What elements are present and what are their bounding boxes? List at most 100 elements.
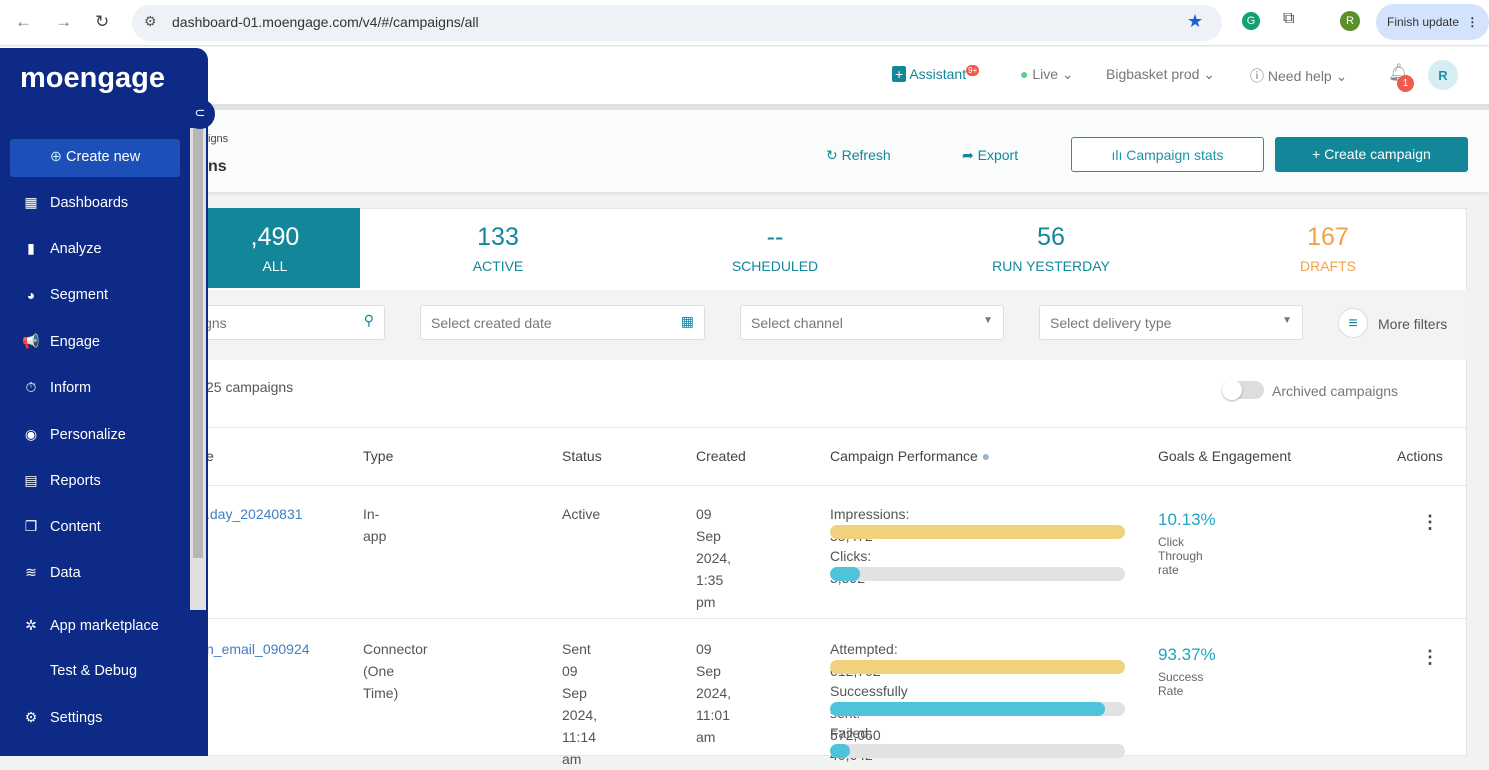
site-info-icon[interactable]: ⚙ [144,13,157,30]
sidebar-item-personalize[interactable]: ◉ Personalize [22,426,126,443]
col-status[interactable]: Status [562,448,602,464]
goal-label: Click Through rate [1158,535,1203,577]
stat-run-yesterday[interactable]: 56 RUN YESTERDAY [970,208,1132,288]
export-button[interactable]: ➦ Export [962,147,1018,164]
analyze-icon: ▮ [27,240,35,256]
workspace-dropdown[interactable]: Bigbasket prod ⌄ [1106,66,1215,83]
create-campaign-button[interactable]: + Create campaign [1275,137,1468,172]
campaign-created: 09 Sep 2024, 1:35 pm [696,506,732,610]
sidebar-item-test-debug[interactable]: Test & Debug [22,663,137,679]
profile-avatar[interactable]: R [1340,11,1360,31]
campaign-status: Active [562,506,601,522]
notification-badge: 1 [1397,75,1414,92]
campaign-type: Connector (One Time) [363,641,428,701]
archived-toggle[interactable] [1222,380,1264,400]
search-icon: ⚲ [363,312,374,328]
segment-icon: ◕ [26,287,36,303]
plus-icon: + [1312,146,1321,162]
channel-select[interactable]: Select channel ▼ [740,305,1004,340]
goal-value: 93.37% [1158,645,1216,664]
metric-progress-bar [830,660,1125,674]
stat-all[interactable]: ,490 ALL [190,208,360,288]
campaign-count: 25 campaigns [206,379,294,395]
sidebar-scrollbar[interactable] [190,128,206,610]
sidebar-item-settings[interactable]: ⚙ Settings [22,709,103,726]
metric-progress-bar [830,702,1125,716]
breadcrumb[interactable]: igns [208,133,228,145]
sidebar-item-data[interactable]: ≋ Data [22,564,81,581]
environment-dropdown[interactable]: ● Live ⌄ [1020,66,1074,83]
sidebar-item-dashboards[interactable]: ▦ Dashboards [22,194,128,211]
engage-icon: 📢 [22,333,40,349]
page-header [0,110,1489,192]
col-type[interactable]: Type [363,448,393,464]
user-avatar[interactable]: R [1428,60,1458,90]
extensions-icon[interactable]: ⧉ [1283,10,1294,28]
search-input[interactable]: igns ⚲ [190,305,385,340]
col-actions: Actions [1397,448,1443,464]
campaign-created: 09 Sep 2024, 11:01 am [696,641,732,745]
stat-drafts[interactable]: 167 DRAFTS [1270,208,1386,288]
marketplace-icon: ✲ [25,617,37,633]
metric-progress-bar [830,567,1125,581]
personalize-icon: ◉ [24,426,38,442]
stat-scheduled[interactable]: -- SCHEDULED [700,208,850,288]
collapse-sidebar-icon[interactable]: ⊂ [185,99,215,129]
created-date-picker[interactable]: Select created date ▦ [420,305,705,340]
filter-icon[interactable]: ≡ [1338,308,1368,338]
bar-chart-icon: ılı [1111,147,1123,163]
metric-progress-bar [830,525,1125,539]
content-icon: ❐ [24,518,38,534]
moengage-logo[interactable]: moengage [20,62,165,95]
more-actions-icon[interactable]: ⋮ [1421,647,1439,668]
sidebar-item-reports[interactable]: ▤ Reports [22,472,100,489]
campaign-type: In-app [363,506,387,544]
chevron-down-icon: ▼ [983,315,993,326]
help-dropdown[interactable]: ⓘ Need help ⌄ [1250,66,1347,86]
sidebar-item-app-marketplace[interactable]: ✲ App marketplace [22,617,159,634]
plus-circle-icon: ⊕ [49,149,62,165]
archived-label: Archived campaigns [1272,383,1399,399]
create-new-button[interactable]: ⊕ Create new [10,139,180,177]
browser-toolbar: ← → ↻ ⚙ dashboard-01.moengage.com/v4/#/ca… [0,0,1489,46]
reports-icon: ▤ [24,472,38,488]
finish-update-button[interactable]: Finish update ⋮ [1376,4,1489,40]
back-icon[interactable]: ← [15,12,32,32]
sidebar-item-content[interactable]: ❐ Content [22,518,101,535]
sidebar-item-segment[interactable]: ◕ Segment [22,287,108,303]
settings-icon: ⚙ [24,709,38,725]
campaign-name-link[interactable]: .day_20240831 [206,503,303,525]
delivery-type-select[interactable]: Select delivery type ▼ [1039,305,1303,340]
sidebar-item-inform[interactable]: ⏱ Inform [22,379,92,396]
assistant-button[interactable]: + Assistant 9+ [892,65,980,82]
goal-value: 10.13% [1158,510,1216,529]
more-actions-icon[interactable]: ⋮ [1421,512,1439,533]
data-icon: ≋ [25,564,37,580]
info-icon[interactable]: ● [982,448,990,464]
grammarly-icon[interactable]: G [1242,12,1260,30]
divider [190,618,1467,619]
reload-icon[interactable]: ↻ [95,12,109,32]
stat-active[interactable]: 133 ACTIVE [420,208,576,288]
sidebar: moengage ⊕ Create new ▦ Dashboards ▮ Analyz… [0,48,208,756]
help-icon: ⓘ [1250,68,1264,84]
campaign-name-link[interactable]: n_email_090924 [206,638,310,660]
assistant-icon: + [892,66,907,82]
address-bar[interactable]: ⚙ dashboard-01.moengage.com/v4/#/campaign… [132,5,1222,41]
col-created[interactable]: Created [696,448,746,464]
refresh-button[interactable]: ↻ Refresh [826,147,891,164]
calendar-icon: ▦ [680,313,694,329]
chevron-down-icon: ▼ [1282,315,1292,326]
forward-icon[interactable]: → [55,12,72,32]
more-filters-button[interactable]: More filters [1378,316,1447,332]
bookmark-star-icon[interactable]: ★ [1187,11,1203,32]
campaign-stats-button[interactable]: ılı Campaign stats [1071,137,1264,172]
export-icon: ➦ [962,147,974,163]
sidebar-item-engage[interactable]: 📢 Engage [22,333,100,350]
campaign-status: Sent 09 Sep 2024, 11:14 am [562,641,598,767]
goal-label: Success Rate [1158,670,1204,698]
sidebar-item-analyze[interactable]: ▮ Analyze [22,240,101,257]
inform-icon: ⏱ [25,379,37,395]
col-performance[interactable]: Campaign Performance ● [830,448,990,464]
assistant-badge: 9+ [966,65,980,77]
